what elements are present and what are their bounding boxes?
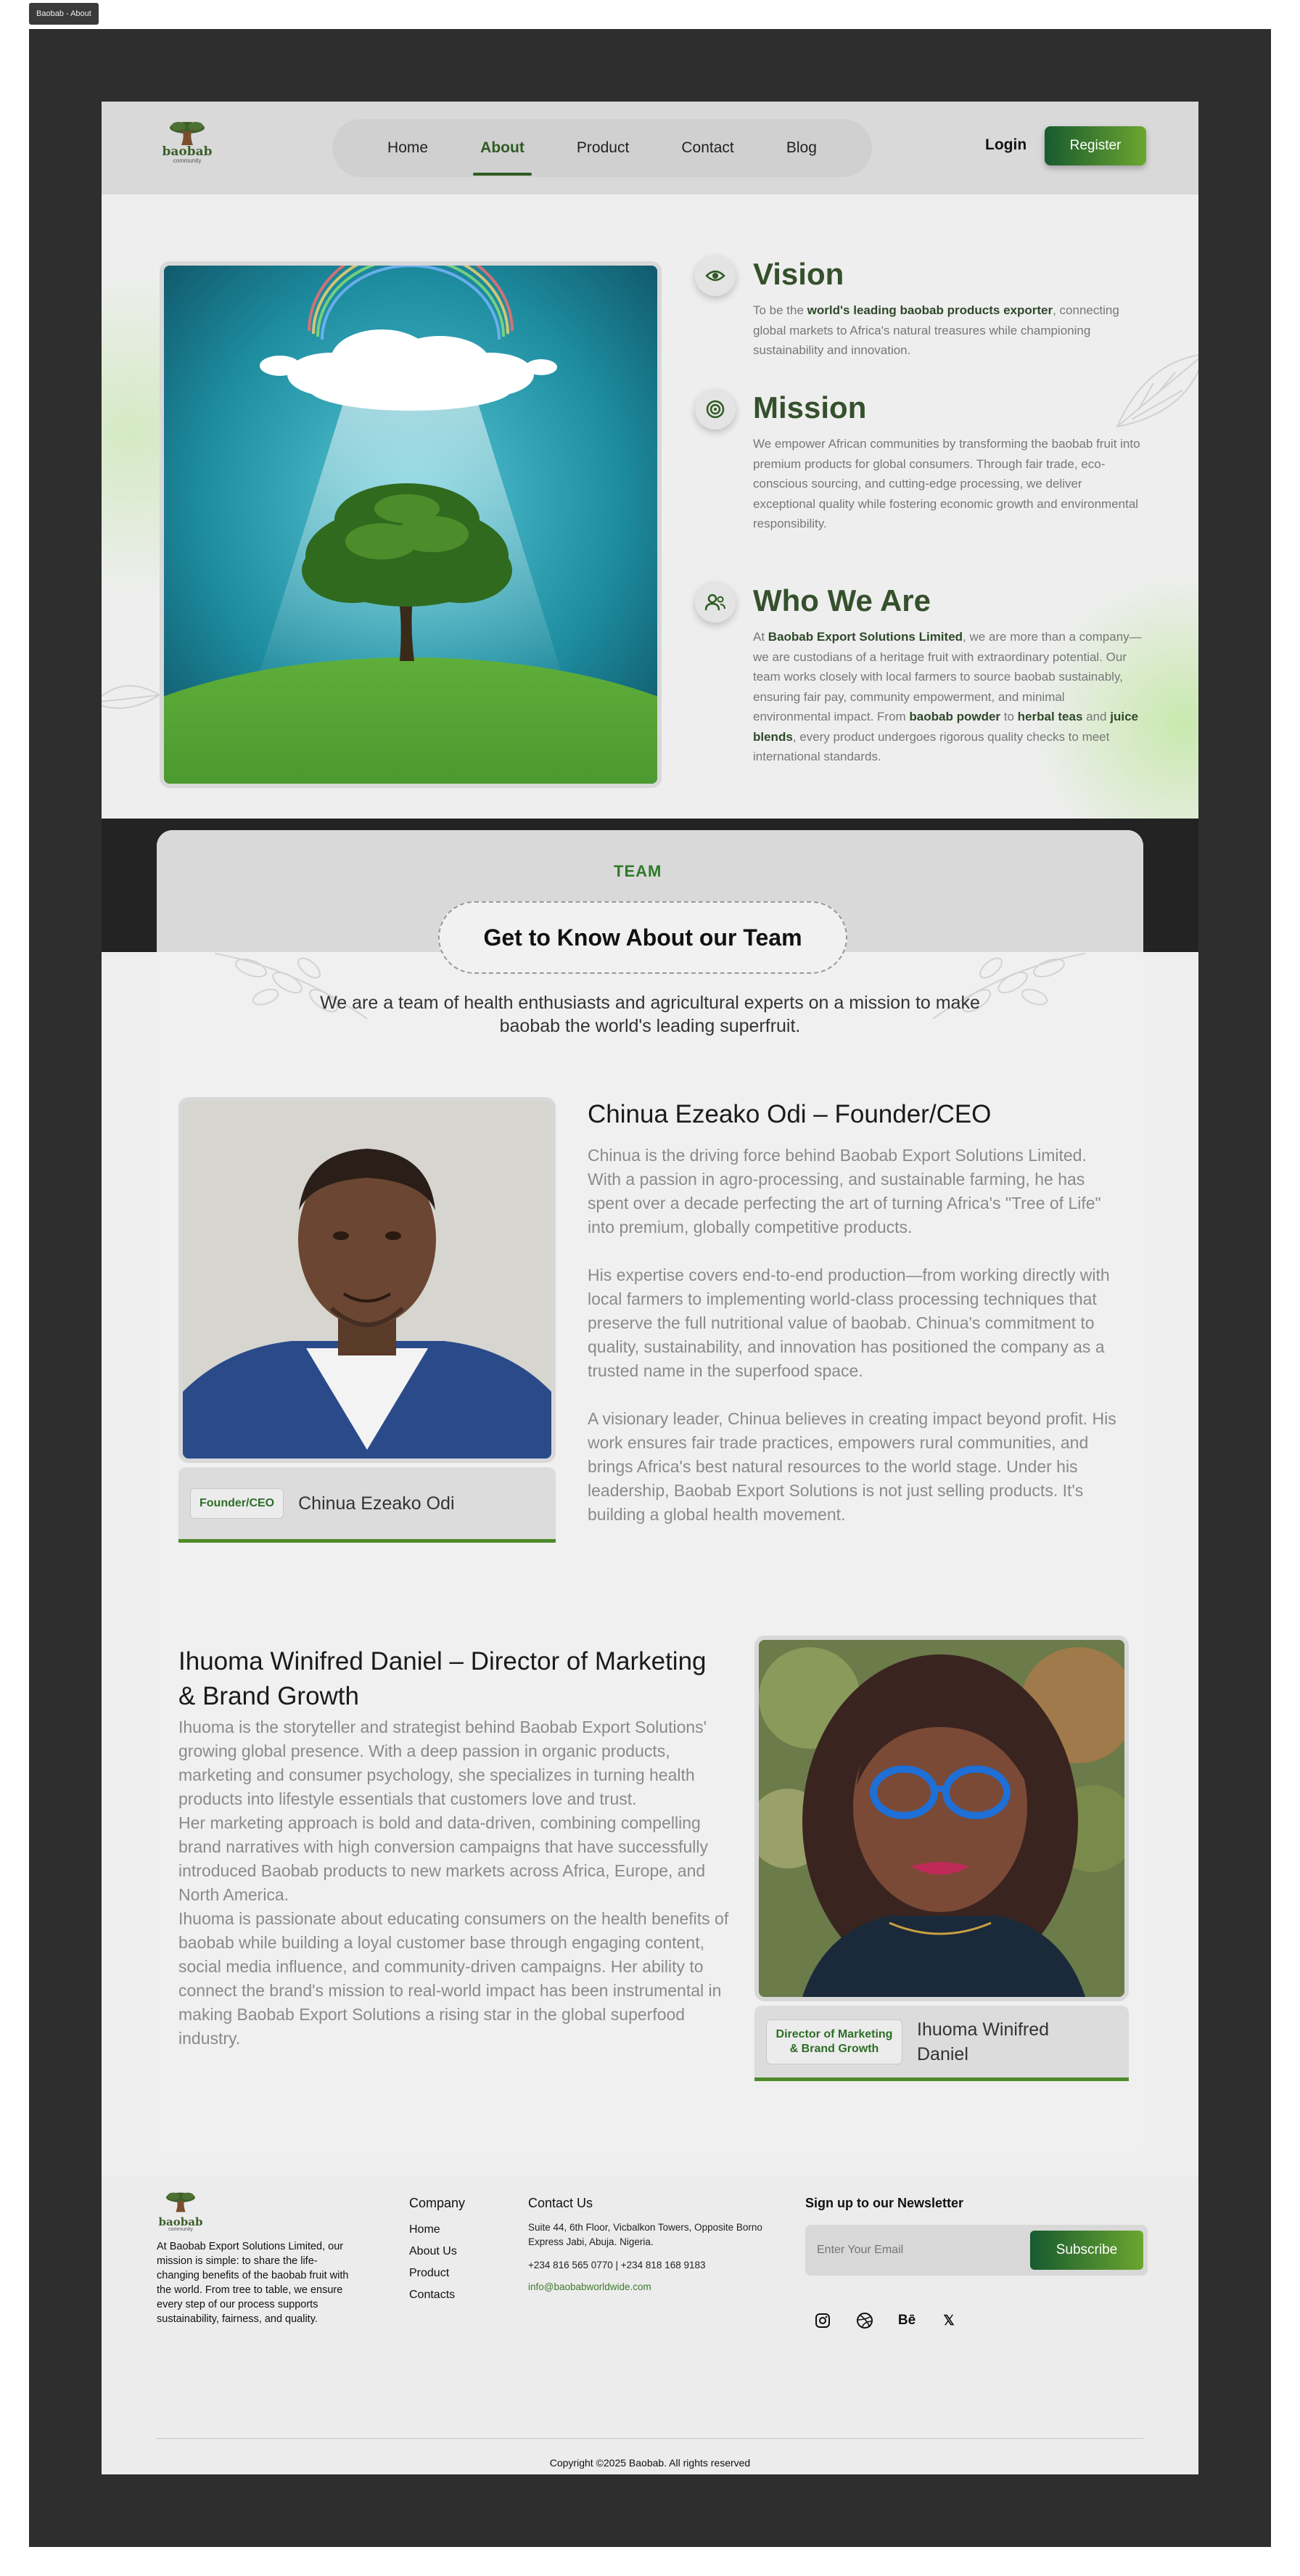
dribbble-icon[interactable] bbox=[850, 2306, 879, 2335]
site-header: baobab community Home About Product Cont… bbox=[102, 102, 1198, 194]
ceo-name: Chinua Ezeako Odi bbox=[298, 1493, 455, 1514]
newsletter-email-input[interactable] bbox=[817, 2235, 1027, 2265]
team-title: Get to Know About our Team bbox=[438, 901, 847, 974]
nav-about[interactable]: About bbox=[473, 134, 532, 176]
director-heading: Ihuoma Winifred Daniel – Director of Mar… bbox=[178, 1647, 707, 1710]
footer-company-heading: Company bbox=[409, 2196, 466, 2210]
instagram-icon[interactable] bbox=[808, 2306, 837, 2335]
who-we-are-text: At Baobab Export Solutions Limited, we a… bbox=[753, 630, 1142, 763]
ceo-bio: Chinua is the driving force behind Baoba… bbox=[588, 1146, 1116, 1524]
leaf-decoration-icon bbox=[102, 685, 160, 709]
director-name: Ihuoma Winifred Daniel bbox=[917, 2019, 1050, 2064]
login-link[interactable]: Login bbox=[985, 136, 1027, 154]
nav-product[interactable]: Product bbox=[574, 134, 632, 163]
mission-text: We empower African communities by transf… bbox=[753, 437, 1140, 530]
baobab-tree-logo-icon bbox=[166, 2192, 195, 2212]
baobab-tree-hero-image bbox=[160, 261, 662, 788]
team-subtitle: We are a team of health enthusiasts and … bbox=[320, 993, 980, 1036]
director-namebar: Director of Marketing & Brand Growth Ihu… bbox=[754, 2006, 1129, 2081]
browser-tab-title[interactable]: Baobab - About bbox=[29, 3, 99, 25]
baobab-tree-logo-icon bbox=[170, 122, 205, 145]
footer-address: Suite 44, 6th Floor, Vicbalkon Towers, O… bbox=[528, 2222, 762, 2247]
vision-title: Vision bbox=[753, 257, 844, 291]
footer-about-text: At Baobab Export Solutions Limited, our … bbox=[157, 2241, 349, 2325]
about-page: baobab community Home About Product Cont… bbox=[102, 102, 1198, 2474]
ceo-role-badge: Founder/CEO bbox=[190, 1488, 284, 1519]
footer-link-contacts[interactable]: Contacts bbox=[409, 2289, 455, 2302]
about-hero-section: Vision To be the world's leading baobab … bbox=[102, 194, 1198, 819]
nav-home[interactable]: Home bbox=[384, 134, 431, 163]
footer-email-link[interactable]: info@baobabworldwide.com bbox=[528, 2280, 651, 2294]
behance-icon[interactable]: Bē bbox=[892, 2306, 921, 2335]
vision-text: To be the world's leading baobab product… bbox=[753, 303, 1119, 357]
ceo-namebar: Founder/CEO Chinua Ezeako Odi bbox=[178, 1467, 556, 1543]
footer-logo[interactable]: baobab community bbox=[157, 2191, 205, 2232]
footer-divider bbox=[157, 2438, 1143, 2439]
brand-name: baobab bbox=[162, 144, 213, 159]
nav-blog[interactable]: Blog bbox=[783, 134, 820, 163]
subscribe-button[interactable]: Subscribe bbox=[1030, 2231, 1143, 2270]
brand-logo[interactable]: baobab community bbox=[160, 120, 215, 176]
mission-pill bbox=[695, 389, 736, 430]
users-icon bbox=[704, 594, 725, 611]
target-icon bbox=[706, 400, 725, 419]
team-section: TEAM Get to Know About our Team We are a… bbox=[157, 830, 1143, 2155]
main-nav: Home About Product Contact Blog bbox=[332, 119, 872, 177]
nav-contact[interactable]: Contact bbox=[678, 134, 736, 163]
footer-phones: +234 816 565 0770 | +234 818 168 9183 bbox=[528, 2260, 706, 2271]
ceo-heading: Chinua Ezeako Odi – Founder/CEO bbox=[588, 1100, 992, 1128]
newsletter-form: Subscribe bbox=[805, 2225, 1148, 2276]
mission-title: Mission bbox=[753, 390, 867, 424]
director-photo bbox=[754, 1636, 1129, 2001]
browser-frame: baobab community Home About Product Cont… bbox=[29, 29, 1271, 2547]
register-button[interactable]: Register bbox=[1045, 126, 1146, 165]
vision-pill bbox=[695, 255, 736, 296]
footer-brand-name: baobab bbox=[158, 2215, 203, 2228]
site-footer: baobab community At Baobab Export Soluti… bbox=[102, 2177, 1198, 2474]
newsletter-heading: Sign up to our Newsletter bbox=[805, 2196, 964, 2210]
director-role-badge: Director of Marketing & Brand Growth bbox=[766, 2019, 902, 2064]
footer-contact-heading: Contact Us bbox=[528, 2196, 593, 2210]
eye-icon bbox=[705, 270, 725, 282]
x-icon[interactable]: 𝕏 bbox=[934, 2306, 963, 2335]
team-tag: TEAM bbox=[614, 862, 662, 880]
copyright-text: Copyright ©2025 Baobab. All rights reser… bbox=[549, 2457, 751, 2469]
director-bio: Ihuoma is the storyteller and strategist… bbox=[178, 1718, 729, 2048]
footer-link-product[interactable]: Product bbox=[409, 2267, 449, 2280]
who-we-are-pill bbox=[695, 582, 736, 623]
footer-link-home[interactable]: Home bbox=[409, 2223, 440, 2236]
who-we-are-title: Who We Are bbox=[753, 583, 931, 618]
ceo-photo bbox=[178, 1097, 556, 1463]
footer-link-about[interactable]: About Us bbox=[409, 2245, 457, 2258]
